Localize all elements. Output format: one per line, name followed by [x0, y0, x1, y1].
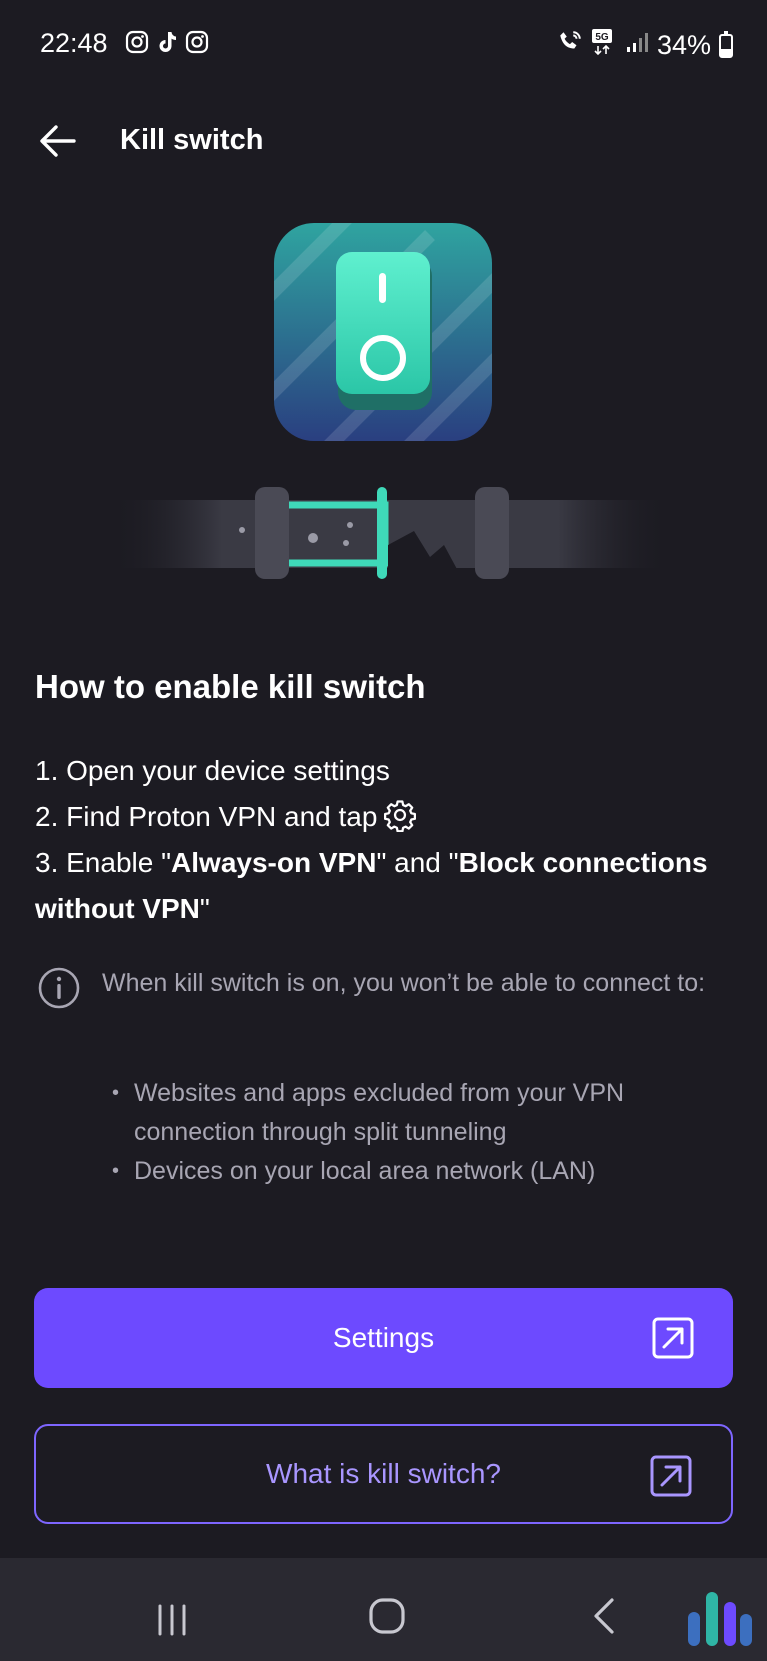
back-button[interactable] [34, 116, 84, 166]
list-item: Devices on your local area network (LAN) [112, 1152, 732, 1191]
external-link-icon [649, 1454, 693, 1498]
nav-back-button[interactable] [584, 1594, 628, 1638]
step-2-text: 2. Find Proton VPN and tap [35, 801, 378, 832]
svg-text:5G: 5G [595, 32, 609, 43]
system-navigation-bar [0, 1558, 767, 1661]
status-time: 22:48 [40, 28, 108, 58]
battery-icon [719, 30, 733, 58]
step-2: 2. Find Proton VPN and tap [35, 794, 725, 840]
notification-icons [125, 30, 209, 54]
tiktok-icon [155, 30, 179, 54]
section-heading: How to enable kill switch [35, 668, 426, 705]
status-indicators: 5G 34% [557, 28, 733, 63]
watermark-logo [686, 1588, 754, 1650]
info-bullet-list: Websites and apps excluded from your VPN… [112, 1074, 732, 1191]
settings-button[interactable]: Settings [34, 1288, 733, 1388]
instagram-icon [125, 30, 149, 54]
nav-back-icon [594, 1598, 614, 1634]
what-is-kill-switch-label: What is kill switch? [266, 1458, 501, 1489]
info-text: When kill switch is on, you won’t be abl… [102, 969, 706, 997]
signal-icon [625, 30, 649, 61]
step-3-mid: " and " [376, 847, 459, 878]
external-link-icon [651, 1316, 695, 1360]
kill-switch-illustration [0, 215, 767, 595]
step-3-always-on: Always-on VPN [171, 847, 377, 878]
page-title: Kill switch [120, 124, 264, 156]
list-item: Websites and apps excluded from your VPN… [112, 1074, 732, 1152]
recent-apps-icon [158, 1604, 186, 1636]
home-icon [369, 1598, 405, 1634]
what-is-kill-switch-button[interactable]: What is kill switch? [34, 1424, 733, 1524]
instagram-icon [185, 30, 209, 54]
gear-icon [383, 798, 417, 833]
network-type-icon: 5G [591, 28, 617, 63]
battery-text: 34% [656, 30, 711, 60]
info-icon [37, 966, 81, 1010]
home-button[interactable] [365, 1594, 409, 1638]
wifi-call-icon [557, 29, 583, 62]
recent-apps-button[interactable] [150, 1598, 194, 1642]
settings-button-label: Settings [332, 1322, 435, 1353]
status-bar: 22:48 5G 34% [0, 0, 767, 90]
step-3-prefix: 3. Enable " [35, 847, 172, 878]
step-3-suffix: " [199, 893, 210, 924]
back-arrow-icon [40, 125, 76, 157]
top-app-bar: Kill switch [0, 100, 767, 180]
step-3: 3. Enable "Always-on VPN" and "Block con… [35, 840, 725, 932]
step-1: 1. Open your device settings [35, 755, 390, 786]
instruction-steps: 1. Open your device settings 2. Find Pro… [35, 748, 725, 932]
